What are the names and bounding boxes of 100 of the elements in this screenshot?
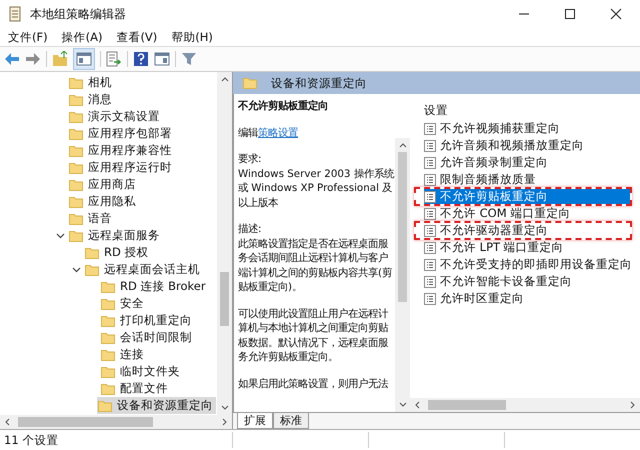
policy-setting-icon	[424, 190, 436, 202]
folder-icon	[101, 382, 115, 394]
policy-setting-icon	[424, 122, 436, 134]
folder-icon	[69, 144, 83, 156]
tree-item-label: RD 授权	[104, 245, 149, 260]
folder-icon	[85, 264, 99, 276]
policy-title: 不允许剪贴板重定向	[238, 99, 329, 114]
view-tab[interactable]: 标准	[273, 413, 309, 429]
tree-item[interactable]: 远程桌面服务	[68, 227, 163, 244]
tree-item[interactable]: 连接	[100, 346, 147, 363]
scroll-right-icon[interactable]	[628, 400, 636, 410]
tree-item[interactable]: RD 连接 Broker	[100, 278, 209, 295]
tree-item[interactable]: 应用隐私	[68, 193, 139, 210]
description-paragraph: 可以使用此设置阻止用户在远程计算机与本地计算机之间重定向剪贴板数据。默认情况下，远程桌面服务允许剪贴板重定向。	[238, 306, 390, 364]
maximize-icon[interactable]	[564, 8, 576, 20]
tree-item[interactable]: 安全	[100, 295, 147, 312]
description-paragraph: 描述: 此策略设置指定是否在远程桌面服务会话期间阻止远程计算机与客户端计算机之间的剪贴板内容共享(剪贴板重定向)。	[238, 222, 394, 294]
tree-item[interactable]: 应用商店	[68, 176, 139, 193]
scroll-thumb[interactable]	[428, 400, 506, 410]
tree-item[interactable]: 设备和资源重定向	[97, 397, 216, 414]
vertical-scrollbar[interactable]	[395, 138, 410, 412]
scroll-right-icon[interactable]	[220, 417, 228, 427]
expand-chevron-icon[interactable]	[72, 266, 80, 272]
close-icon[interactable]	[610, 8, 622, 20]
policy-setting-icon	[424, 276, 436, 288]
help-icon[interactable]	[133, 51, 149, 67]
window-title: 本地组策略编辑器	[30, 6, 126, 22]
tree-item-label: 应用程序包部署	[88, 126, 172, 141]
setting-item[interactable]: 不允许 COM 端口重定向	[424, 206, 630, 221]
setting-item[interactable]: 允许音频录制重定向	[424, 155, 630, 170]
folder-icon	[85, 246, 99, 258]
policy-setting-icon	[424, 208, 436, 220]
scroll-thumb[interactable]	[398, 152, 408, 302]
scroll-left-icon[interactable]	[414, 400, 422, 410]
vertical-scrollbar[interactable]	[217, 72, 232, 415]
setting-label: 不允许剪贴板重定向	[440, 189, 548, 204]
menu-item[interactable]: 文件(F)	[8, 30, 48, 44]
policy-setting-icon	[424, 224, 436, 236]
tree-item[interactable]: 远程桌面会话主机	[84, 261, 203, 278]
folder-icon	[101, 366, 115, 378]
tree-item[interactable]: 应用程序运行时	[68, 159, 175, 176]
tree-item-label: 应用隐私	[88, 194, 136, 209]
menu-item[interactable]: 操作(A)	[62, 30, 102, 44]
export-list-icon[interactable]	[106, 51, 122, 67]
forward-arrow-icon[interactable]	[25, 52, 41, 66]
folder-icon	[101, 314, 115, 326]
setting-label: 允许音频录制重定向	[440, 155, 548, 170]
scroll-thumb[interactable]	[18, 417, 153, 427]
tree-item[interactable]: 临时文件夹	[100, 363, 183, 380]
view-tab[interactable]: 扩展	[237, 413, 273, 429]
edit-policy-text: 编辑策略设置	[238, 126, 299, 140]
policy-setting-icon	[424, 258, 436, 270]
horizontal-scrollbar[interactable]	[0, 415, 232, 429]
menu-item[interactable]: 查看(V)	[116, 30, 158, 44]
folder-icon	[98, 400, 112, 412]
scroll-left-icon[interactable]	[4, 417, 12, 427]
setting-item[interactable]: 允许时区重定向	[424, 291, 630, 306]
tree-item[interactable]: 相机	[68, 74, 115, 91]
setting-item[interactable]: 不允许视频捕获重定向	[424, 121, 630, 136]
status-text: 11 个设置	[3, 432, 60, 448]
folder-icon	[69, 212, 83, 224]
back-arrow-icon[interactable]	[4, 52, 20, 66]
folder-icon	[69, 128, 83, 140]
action-pane-icon[interactable]	[154, 51, 170, 67]
tree-item-label: 消息	[88, 92, 112, 107]
tree-item[interactable]: 打印机重定向	[100, 312, 195, 329]
tree-item[interactable]: 消息	[68, 91, 115, 108]
tree-item[interactable]: 演示文稿设置	[68, 108, 163, 125]
setting-item[interactable]: 不允许智能卡设备重定向	[424, 274, 630, 289]
scroll-thumb[interactable]	[220, 272, 229, 326]
folder-up-icon[interactable]	[52, 51, 68, 67]
filter-icon[interactable]	[181, 51, 197, 67]
policy-setting-icon	[424, 156, 436, 168]
tree-item[interactable]: 会话时间限制	[100, 329, 195, 346]
folder-icon	[101, 348, 115, 360]
tree-item[interactable]: 语音	[68, 210, 115, 227]
setting-label: 不允许智能卡设备重定向	[440, 274, 572, 289]
tree-item-label: 打印机重定向	[120, 313, 192, 328]
folder-icon	[69, 230, 83, 242]
setting-item[interactable]: 不允许 LPT 端口重定向	[424, 240, 630, 255]
expand-chevron-icon[interactable]	[56, 232, 64, 238]
folder-icon	[69, 178, 83, 190]
description-paragraph: 如果启用此策略设置，则用户无法	[238, 376, 390, 391]
tree-item[interactable]: RD 授权	[84, 244, 152, 261]
setting-item[interactable]: 不允许驱动器重定向	[424, 223, 630, 238]
menu-item[interactable]: 帮助(H)	[171, 30, 213, 44]
horizontal-scrollbar[interactable]	[410, 398, 640, 412]
app-icon	[8, 6, 22, 22]
setting-item[interactable]: 不允许剪贴板重定向	[424, 189, 630, 204]
setting-item[interactable]: 允许音频和视频播放重定向	[424, 138, 630, 153]
tree-item[interactable]: 配置文件	[100, 380, 171, 397]
tree-item[interactable]: 应用程序兼容性	[68, 142, 175, 159]
setting-item[interactable]: 限制音频播放质量	[424, 172, 630, 187]
tree-item-label: 安全	[120, 296, 144, 311]
console-tree-icon[interactable]	[73, 48, 95, 70]
tree-item-label: 应用商店	[88, 177, 136, 192]
tree-item[interactable]: 应用程序包部署	[68, 125, 175, 142]
policy-settings-link[interactable]: 策略设置	[258, 126, 298, 138]
tree-item-label: 相机	[88, 75, 112, 90]
folder-icon	[101, 332, 115, 344]
